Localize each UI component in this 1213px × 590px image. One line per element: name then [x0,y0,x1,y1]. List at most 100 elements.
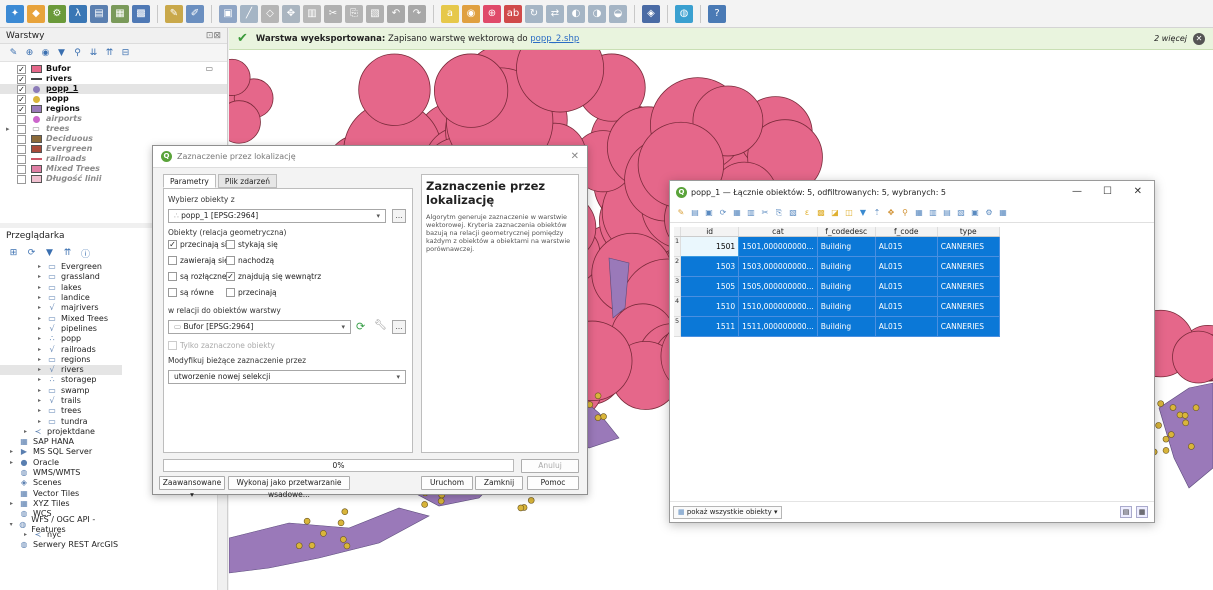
table-cell[interactable]: 1511 [680,316,740,337]
table-cell[interactable]: 1510 [680,296,740,317]
layer-visibility-checkbox[interactable]: ✓ [17,64,26,74]
label-rotate-icon[interactable]: ↻ [525,4,543,23]
row-header[interactable]: 5 [674,316,682,337]
browser-item[interactable]: ▸ ▭ swamp [0,386,122,396]
table-cell[interactable]: 1510,000000000... [738,296,818,317]
label-pin-icon[interactable]: ⊕ [483,4,501,23]
browser-item[interactable]: ▸ ▭ Mixed Trees [0,313,122,323]
browser-item[interactable]: ▸ ▭ trees [0,406,122,416]
browser-item[interactable]: ▸ √ rivers [0,364,122,376]
collapse-all-icon[interactable]: ⇈ [104,47,115,58]
copy-icon[interactable]: ⎘ [774,208,784,218]
table-icon[interactable]: ▦ [111,4,129,23]
message-link[interactable]: popp_2.shp [530,34,579,44]
tab-log[interactable]: Plik zdarzeń [217,174,277,188]
browser-item[interactable]: ▸ ▭ lakes [0,283,122,293]
table-cell[interactable]: 1503,000000000... [738,256,818,277]
label-hide-icon[interactable]: ◒ [609,4,627,23]
expand-icon[interactable]: ▸ [22,530,29,540]
invert-selection-icon[interactable]: ◪ [830,208,840,218]
form-view-icon[interactable]: ▤ [1120,506,1132,518]
table-row[interactable]: 4 1510 1510,000000000... Building AL015 CANNE… [674,296,1000,317]
label-abc-icon[interactable]: ab [504,4,522,23]
reload-icon[interactable]: ⟳ [718,208,728,218]
delete-field-icon[interactable]: ▥ [928,208,938,218]
table-cell[interactable]: Building [817,236,876,257]
redo-icon[interactable]: ↷ [408,4,426,23]
dialog-close-icon[interactable]: ✕ [571,151,579,162]
table-cell[interactable]: CANNERIES [937,296,1000,317]
message-more[interactable]: 2 więcej [1154,34,1187,43]
expand-icon[interactable]: ▸ [36,334,43,344]
help-icon[interactable]: ? [708,4,726,23]
pencil-icon[interactable]: ✎ [165,4,183,23]
expand-icon[interactable]: ▸ [36,355,43,365]
vector-layer-icon[interactable]: ◆ [27,4,45,23]
expand-icon[interactable]: ▸ [36,396,43,406]
browser-item[interactable]: ▸ ∴ popp [0,334,122,344]
digitize-icon[interactable]: ✦ [6,4,24,23]
layer-item[interactable]: ✓ popp_1 [0,84,227,94]
browser-item[interactable]: ▸ ▭ grassland [0,272,122,282]
refresh-icon[interactable]: ⟳ [26,248,37,259]
expand-icon[interactable]: ▸ [22,427,29,437]
layer-indicator-icon[interactable]: ▭ [205,64,213,74]
table-cell[interactable]: AL015 [875,256,938,277]
table-cell[interactable]: AL015 [875,316,938,337]
select-features-combo[interactable]: ∴ popp_1 [EPSG:2964] ▾ [168,209,386,223]
dock-icon[interactable]: ▣ [970,208,980,218]
add-line-icon[interactable]: ╱ [240,4,258,23]
label-style-icon[interactable]: ◉ [462,4,480,23]
show-all-features-button[interactable]: ▦ pokaż wszystkie obiekty ▾ [673,506,783,519]
deselect-icon[interactable]: ◫ [844,208,854,218]
browser-item[interactable]: ▸ √ majrivers [0,303,122,313]
predicate-checkbox[interactable]: są równe [168,288,214,297]
add-selected-icon[interactable]: ⊞ [8,248,19,259]
table-cell[interactable]: 1501 [680,236,740,257]
expand-icon[interactable]: ▸ [6,124,13,134]
layer-item[interactable]: ✓ rivers [0,74,227,84]
browser-item[interactable]: ◍ WMS/WMTS [0,468,122,478]
tab-parameters[interactable]: Parametry [163,174,216,188]
row-header[interactable]: 1 [674,236,682,257]
filter-icon[interactable]: ▼ [56,47,67,58]
row-header[interactable]: 3 [674,276,682,297]
panel-float-close-icon[interactable]: ⊡⊠ [206,31,221,41]
table-cell[interactable]: Building [817,276,876,297]
move-feature-icon[interactable]: ✥ [282,4,300,23]
predicate-checkbox[interactable]: stykają się [226,240,278,249]
expand-icon[interactable]: ▸ [36,303,43,313]
pan-to-selection-icon[interactable]: ✥ [886,208,896,218]
expand-icon[interactable]: ▸ [36,406,43,416]
batch-process-button[interactable]: Wykonaj jako przetwarzanie wsadowe... [228,476,350,499]
layer-item[interactable]: airports [0,114,227,124]
filter-legend-icon[interactable]: ⚲ [72,47,83,58]
expand-icon[interactable]: ▸ [36,324,43,334]
table-cell[interactable]: AL015 [875,236,938,257]
table-row[interactable]: 5 1511 1511,000000000... Building AL015 CANNE… [674,316,1000,337]
table-cell[interactable]: Building [817,256,876,277]
layer-item[interactable]: ✓ popp [0,94,227,104]
delete-feature-icon[interactable]: ▥ [746,208,756,218]
plugin-icon[interactable]: ◈ [642,4,660,23]
browser-item[interactable]: ▸ ∴ storagep [0,375,122,385]
delete-icon[interactable]: ▥ [303,4,321,23]
predicate-checkbox[interactable]: są rozłączne [168,272,227,281]
label-show-icon[interactable]: ◐ [567,4,585,23]
visibility-icon[interactable]: ◉ [40,47,51,58]
cut-icon[interactable]: ✂ [760,208,770,218]
globe-plugin-icon[interactable]: ◍ [675,4,693,23]
remove-layer-icon[interactable]: ⊟ [120,47,131,58]
window-close-icon[interactable]: ✕ [1134,186,1142,197]
close-button[interactable]: Zamknij [475,476,523,490]
browser-item[interactable]: ◍ Serwery REST ArcGIS [0,540,122,550]
label-change-icon[interactable]: ◑ [588,4,606,23]
table-cell[interactable]: 1501,000000000... [738,236,818,257]
modify-selection-combo[interactable]: utworzenie nowej selekcji ▾ [168,370,406,384]
table-row[interactable]: 3 1505 1505,000000000... Building AL015 CANNE… [674,276,1000,297]
paste-icon[interactable]: ▧ [788,208,798,218]
column-header[interactable]: f_code [875,227,938,237]
layer-properties-icon[interactable]: ▤ [90,4,108,23]
expand-icon[interactable]: ▸ [8,458,15,468]
browser-item[interactable]: ▦ Vector Tiles [0,489,122,499]
